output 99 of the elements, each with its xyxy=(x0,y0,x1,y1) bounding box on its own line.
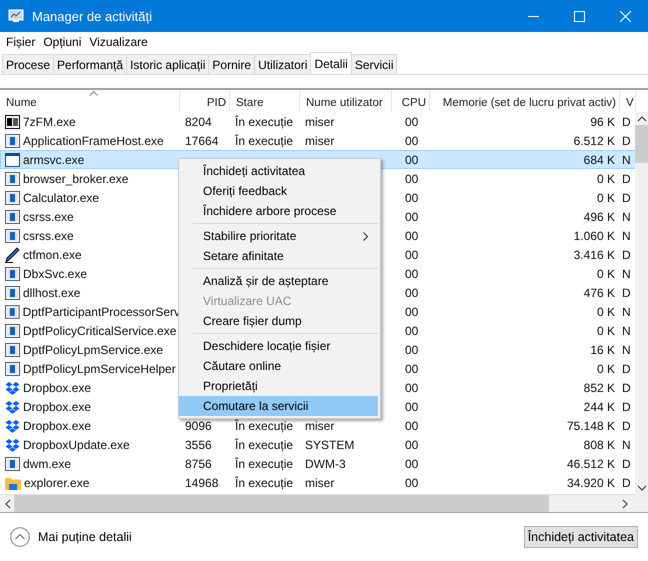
table-cell: DptfParticipantProcessorServ xyxy=(22,304,180,318)
table-cell-text: 00 xyxy=(404,476,420,490)
table-cell-text: 00 xyxy=(404,324,420,338)
table-cell-text: N xyxy=(621,324,632,338)
table-cell-text: N xyxy=(621,228,632,242)
table-cell-text: 00 xyxy=(404,114,420,128)
table-cell: dwm.exe xyxy=(23,456,72,470)
table-cell-text: 0 K xyxy=(596,172,616,186)
table-cell-text: În execuție xyxy=(234,114,294,128)
table-cell-text: 496 K xyxy=(582,210,616,224)
table-cell-text: 00 xyxy=(404,134,420,148)
table-cell-text: 96 K xyxy=(589,114,616,128)
table-cell: browser_broker.exe xyxy=(23,172,128,186)
table-cell: 7zFM.exe xyxy=(23,114,76,128)
table-cell-text: 00 xyxy=(404,456,420,470)
window-title: Manager de activități xyxy=(32,8,153,24)
table-cell: DptfPolicyLpmService.exe xyxy=(23,342,164,356)
table-cell-text: În execuție xyxy=(234,418,294,432)
table-cell-text: În execuție xyxy=(234,134,294,148)
table-cell-text: 17664 xyxy=(184,134,220,148)
table-cell-text: 00 xyxy=(404,380,420,394)
table-cell-text: 34.920 K xyxy=(566,476,616,490)
table-cell-text: D xyxy=(621,400,632,414)
table-cell-text: D xyxy=(621,418,632,432)
table-cell-text: 3556 xyxy=(184,438,213,452)
table-cell-text: 16 K xyxy=(589,342,616,356)
table-cell-text: D xyxy=(621,362,632,376)
table-cell-text: 0 K xyxy=(596,304,616,318)
table-cell: ctfmon.exe xyxy=(23,248,82,262)
table-cell-text: 8756 xyxy=(184,456,213,470)
table-cell-text: 00 xyxy=(404,342,420,356)
table-cell-text: D xyxy=(621,248,632,262)
table-cell-text: 684 K xyxy=(582,152,616,166)
table-cell: armsvc.exe xyxy=(23,152,84,166)
table-cell-text: D xyxy=(621,476,632,490)
table-cell-text: miser xyxy=(304,476,336,490)
table-cell-text: 852 K xyxy=(582,380,616,394)
table-cell-text: 0 K xyxy=(596,266,616,280)
table-cell-text: 808 K xyxy=(582,438,616,452)
table-cell-text: 00 xyxy=(404,172,420,186)
table-cell-text: 0 K xyxy=(596,362,616,376)
table-cell-text: 00 xyxy=(404,304,420,318)
table-cell-text: 244 K xyxy=(582,400,616,414)
table-cell: Dropbox.exe xyxy=(23,418,92,432)
table-cell-text: D xyxy=(621,114,632,128)
table-cell-text: În execuție xyxy=(234,438,294,452)
table-cell: DptfPolicyLpmServiceHelper xyxy=(23,362,176,376)
table-cell: Calculator.exe xyxy=(23,190,100,204)
table-cell-text: 1.060 K xyxy=(572,228,616,242)
table-cell-text: 6.512 K xyxy=(572,134,616,148)
table-cell-text: miser xyxy=(304,418,336,432)
table-cell-text: 0 K xyxy=(596,190,616,204)
table-cell-text: 00 xyxy=(404,266,420,280)
table-cell-text: 3.416 K xyxy=(572,248,616,262)
table-cell-text: N xyxy=(621,438,632,452)
table-cell-text: D xyxy=(621,190,632,204)
table-cell-text: În execuție xyxy=(234,476,294,490)
table-cell-text: 00 xyxy=(404,438,420,452)
table-cell: csrss.exe xyxy=(23,210,74,224)
table-cell-text: D xyxy=(621,286,632,300)
table-cell-text: 00 xyxy=(404,362,420,376)
table-cell: explorer.exe xyxy=(24,476,90,490)
table-cell: DbxSvc.exe xyxy=(23,266,88,280)
table-cell-text: În execuție xyxy=(234,456,294,470)
table-cell-text: N xyxy=(621,210,632,224)
table-cell-text: D xyxy=(621,380,632,394)
table-cell: ApplicationFrameHost.exe xyxy=(23,134,164,148)
table-cell: DptfPolicyCriticalService.exe xyxy=(23,324,176,338)
table-cell-text: 476 K xyxy=(582,286,616,300)
table-cell-text: 00 xyxy=(404,418,420,432)
table-cell-text: SYSTEM xyxy=(304,438,356,452)
table-cell-text: 00 xyxy=(404,190,420,204)
table-cell: DropboxUpdate.exe xyxy=(23,438,130,452)
table-cell-text: 00 xyxy=(404,210,420,224)
table-cell-text: N xyxy=(621,342,632,356)
table-cell-text: 9096 xyxy=(184,418,213,432)
table-cell-text: 14968 xyxy=(184,476,220,490)
table-cell-text: miser xyxy=(304,134,336,148)
table-cell: Dropbox.exe xyxy=(23,400,92,414)
table-cell-text: N xyxy=(621,304,632,318)
table-cell-text: 00 xyxy=(404,228,420,242)
table-cell-text: N xyxy=(621,152,632,166)
table-cell-text: 00 xyxy=(404,248,420,262)
table-cell-text: 00 xyxy=(404,286,420,300)
table-cell: Dropbox.exe xyxy=(23,380,92,394)
table-cell-text: miser xyxy=(304,114,336,128)
table-cell-text: 00 xyxy=(404,400,420,414)
table-cell-text: 8204 xyxy=(184,114,213,128)
table-cell-text: D xyxy=(621,134,632,148)
table-cell-text: 46.512 K xyxy=(566,456,616,470)
table-cell-text: 75.148 K xyxy=(566,418,616,432)
table-cell-text: 00 xyxy=(404,152,420,166)
table-cell: dllhost.exe xyxy=(23,286,80,300)
table-cell-text: N xyxy=(621,266,632,280)
table-cell-text: DWM-3 xyxy=(304,456,347,470)
table-cell-text: D xyxy=(621,172,632,186)
table-cell-text: D xyxy=(621,456,632,470)
table-cell-text: 0 K xyxy=(596,324,616,338)
table-cell: csrss.exe xyxy=(23,228,74,242)
